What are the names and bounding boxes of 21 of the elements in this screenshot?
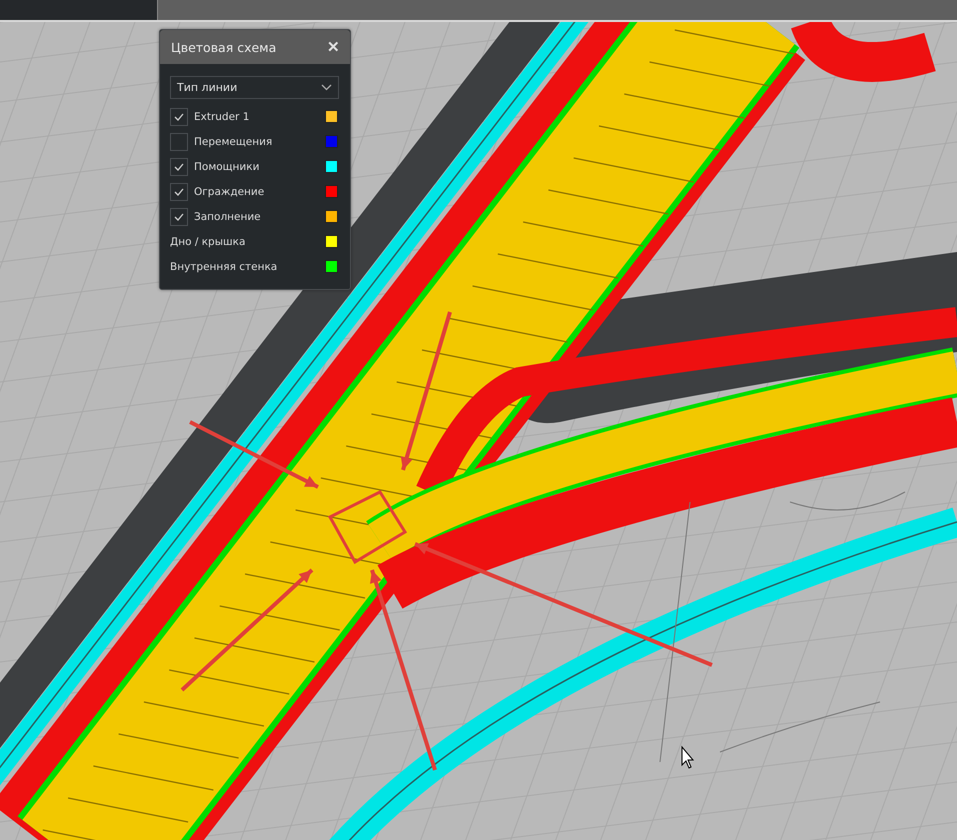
mouse-pointer-icon: [682, 746, 694, 769]
legend-label: Ограждение: [194, 186, 266, 198]
legend-label: Extruder 1: [194, 110, 250, 122]
panel-title: Цветовая схема: [171, 40, 276, 54]
checkmark-icon: [174, 188, 184, 196]
legend-label: Помощники: [194, 160, 260, 172]
checkmark-icon: [174, 162, 184, 170]
checkbox[interactable]: [170, 132, 188, 150]
checkbox[interactable]: [170, 208, 188, 226]
legend-label: Внутренняя стенка: [170, 260, 278, 272]
checkbox[interactable]: [170, 158, 188, 176]
checkmark-icon: [174, 212, 184, 220]
legend-label: Дно / крышка: [170, 236, 246, 248]
legend-label: Заполнение: [194, 210, 262, 222]
checkbox[interactable]: [170, 182, 188, 200]
checkmark-icon: [174, 112, 184, 120]
checkbox[interactable]: [170, 108, 188, 126]
close-button[interactable]: ✕: [327, 38, 340, 56]
legend-label: Перемещения: [194, 136, 274, 148]
chevron-down-icon: [321, 84, 332, 91]
line-type-dropdown[interactable]: Тип линии: [170, 76, 339, 99]
